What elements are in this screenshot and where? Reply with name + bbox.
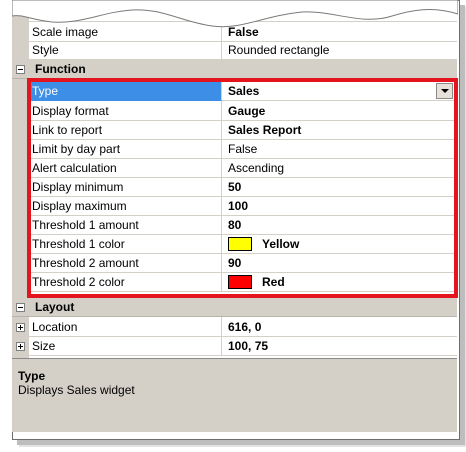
property-name: Threshold 1 amount	[29, 215, 222, 235]
property-row-threshold-2-color[interactable]: Threshold 2 color Red	[12, 272, 457, 292]
description-text: Displays Sales widget	[18, 383, 135, 397]
property-row-outline[interactable]: Outline	[12, 2, 457, 22]
property-value[interactable]: Gauge	[222, 101, 457, 121]
property-name: Type	[29, 81, 222, 101]
property-value[interactable]: 90	[222, 253, 457, 273]
property-row-limit-by-day-part[interactable]: Limit by day part False	[12, 139, 457, 159]
property-name: Link to report	[29, 120, 222, 140]
dropdown-arrow-icon[interactable]	[436, 83, 453, 99]
property-name: Size	[29, 336, 222, 356]
category-function[interactable]: Function	[12, 60, 457, 79]
property-value[interactable]: 616, 0	[222, 317, 457, 337]
property-row-type[interactable]: Type Sales	[12, 81, 457, 101]
description-title: Type	[18, 369, 46, 383]
property-row-display-minimum[interactable]: Display minimum 50	[12, 177, 457, 197]
property-row-alert-calculation[interactable]: Alert calculation Ascending	[12, 158, 457, 178]
category-label: Function	[35, 62, 86, 76]
property-row-threshold-1-amount[interactable]: Threshold 1 amount 80	[12, 215, 457, 235]
property-value[interactable]: 100	[222, 196, 457, 216]
property-value[interactable]	[222, 2, 457, 22]
property-value[interactable]: Ascending	[222, 158, 457, 178]
property-name: Style	[29, 40, 222, 60]
property-row-location[interactable]: Location 616, 0	[12, 317, 457, 337]
property-value[interactable]: False	[222, 139, 457, 159]
category-layout[interactable]: Layout	[12, 298, 457, 317]
property-value[interactable]: Sales Report	[222, 120, 457, 140]
property-name: Threshold 2 color	[29, 272, 222, 292]
property-row-display-maximum[interactable]: Display maximum 100	[12, 196, 457, 216]
collapse-icon[interactable]	[16, 64, 25, 74]
category-label: Layout	[35, 300, 75, 314]
property-value[interactable]: Red	[222, 272, 457, 292]
property-value[interactable]: 100, 75	[222, 336, 457, 356]
property-row-link-to-report[interactable]: Link to report Sales Report	[12, 120, 457, 140]
property-name: Outline	[29, 2, 222, 22]
property-value[interactable]: 80	[222, 215, 457, 235]
property-value[interactable]: 50	[222, 177, 457, 197]
collapse-icon[interactable]	[16, 302, 25, 312]
expand-icon[interactable]	[16, 341, 25, 351]
property-name: Display maximum	[29, 196, 222, 216]
property-name: Scale image	[29, 22, 222, 42]
property-value[interactable]: Rounded rectangle	[222, 40, 457, 60]
property-value[interactable]: Sales	[222, 81, 457, 101]
property-value[interactable]: False	[222, 22, 457, 42]
description-pane: Type Displays Sales widget	[12, 358, 457, 432]
color-name: Red	[262, 274, 285, 289]
property-name: Location	[29, 317, 222, 337]
property-name: Alert calculation	[29, 158, 222, 178]
property-row-display-format[interactable]: Display format Gauge	[12, 101, 457, 121]
property-name: Threshold 2 amount	[29, 253, 222, 273]
property-row-scale-image[interactable]: Scale image False	[12, 22, 457, 42]
type-select-value[interactable]: Sales	[228, 84, 259, 98]
property-name: Display format	[29, 101, 222, 121]
color-name: Yellow	[262, 236, 300, 251]
property-value[interactable]: Yellow	[222, 234, 457, 254]
property-row-style[interactable]: Style Rounded rectangle	[12, 40, 457, 60]
expand-icon[interactable]	[16, 322, 25, 332]
property-name: Display minimum	[29, 177, 222, 197]
color-swatch-red	[228, 274, 252, 289]
property-row-threshold-1-color[interactable]: Threshold 1 color Yellow	[12, 234, 457, 254]
color-swatch-yellow	[228, 236, 252, 251]
property-row-threshold-2-amount[interactable]: Threshold 2 amount 90	[12, 253, 457, 273]
property-row-size[interactable]: Size 100, 75	[12, 336, 457, 356]
property-name: Limit by day part	[29, 139, 222, 159]
property-name: Threshold 1 color	[29, 234, 222, 254]
